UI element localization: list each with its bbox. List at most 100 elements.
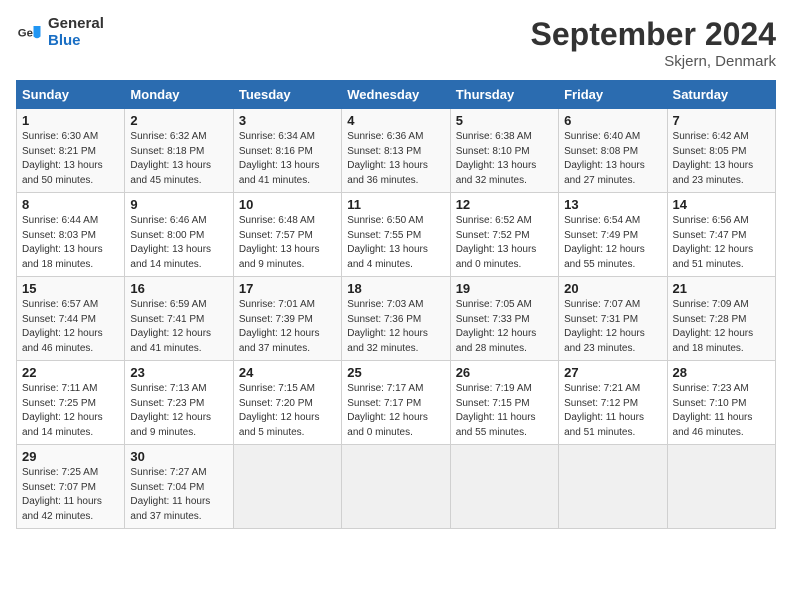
location-subtitle: Skjern, Denmark: [531, 53, 776, 70]
day-number: 27: [564, 365, 661, 380]
calendar-week-2: 8Sunrise: 6:44 AMSunset: 8:03 PMDaylight…: [17, 193, 776, 277]
logo-icon: Gen: [16, 19, 44, 47]
calendar-cell: 4 Sunrise: 6:36 AMSunset: 8:13 PMDaylight…: [342, 109, 450, 193]
day-number: 13: [564, 197, 661, 212]
calendar-cell: 7 Sunrise: 6:42 AMSunset: 8:05 PMDaylight…: [667, 109, 775, 193]
day-number: 11: [347, 197, 444, 212]
day-number: 25: [347, 365, 444, 380]
day-info: Sunrise: 7:09 AMSunset: 7:28 PMDaylight:…: [673, 298, 770, 356]
day-info: Sunrise: 6:48 AMSunset: 7:57 PMDaylight:…: [239, 214, 336, 272]
day-number: 6: [564, 113, 661, 128]
calendar-table: SundayMondayTuesdayWednesdayThursdayFrid…: [16, 80, 776, 529]
day-number: 5: [456, 113, 553, 128]
calendar-cell: 19Sunrise: 7:05 AMSunset: 7:33 PMDayligh…: [450, 277, 558, 361]
day-number: 8: [22, 197, 119, 212]
day-info: Sunrise: 6:46 AMSunset: 8:00 PMDaylight:…: [130, 214, 227, 272]
day-number: 18: [347, 281, 444, 296]
calendar-cell: 29 Sunrise: 7:25 AMSunset: 7:07 PMDayligh…: [17, 445, 125, 529]
day-info: Sunrise: 7:15 AMSunset: 7:20 PMDaylight:…: [239, 382, 336, 440]
calendar-cell: 20 Sunrise: 7:07 AMSunset: 7:31 PMDayligh…: [559, 277, 667, 361]
calendar-cell: 23 Sunrise: 7:13 AMSunset: 7:23 PMDayligh…: [125, 361, 233, 445]
day-header-monday: Monday: [125, 81, 233, 109]
calendar-cell: 1Sunrise: 6:30 AMSunset: 8:21 PMDaylight…: [17, 109, 125, 193]
logo-blue-text: Blue: [48, 33, 104, 50]
day-number: 16: [130, 281, 227, 296]
calendar-cell: [559, 445, 667, 529]
day-info: Sunrise: 6:56 AMSunset: 7:47 PMDaylight:…: [673, 214, 770, 272]
calendar-week-3: 15 Sunrise: 6:57 AMSunset: 7:44 PMDayligh…: [17, 277, 776, 361]
day-info: Sunrise: 6:59 AMSunset: 7:41 PMDaylight:…: [130, 298, 227, 356]
day-info: Sunrise: 6:42 AMSunset: 8:05 PMDaylight:…: [673, 130, 770, 188]
day-info: Sunrise: 7:21 AMSunset: 7:12 PMDaylight:…: [564, 382, 661, 440]
calendar-week-4: 22Sunrise: 7:11 AMSunset: 7:25 PMDayligh…: [17, 361, 776, 445]
calendar-cell: 24 Sunrise: 7:15 AMSunset: 7:20 PMDayligh…: [233, 361, 341, 445]
calendar-cell: 25 Sunrise: 7:17 AMSunset: 7:17 PMDayligh…: [342, 361, 450, 445]
day-number: 24: [239, 365, 336, 380]
day-info: Sunrise: 7:05 AMSunset: 7:33 PMDaylight:…: [456, 298, 553, 356]
month-title: September 2024: [531, 16, 776, 53]
day-info: Sunrise: 7:17 AMSunset: 7:17 PMDaylight:…: [347, 382, 444, 440]
calendar-cell: 18 Sunrise: 7:03 AMSunset: 7:36 PMDayligh…: [342, 277, 450, 361]
day-info: Sunrise: 6:50 AMSunset: 7:55 PMDaylight:…: [347, 214, 444, 272]
day-info: Sunrise: 7:23 AMSunset: 7:10 PMDaylight:…: [673, 382, 770, 440]
day-info: Sunrise: 6:54 AMSunset: 7:49 PMDaylight:…: [564, 214, 661, 272]
day-info: Sunrise: 6:34 AMSunset: 8:16 PMDaylight:…: [239, 130, 336, 188]
calendar-cell: 17 Sunrise: 7:01 AMSunset: 7:39 PMDayligh…: [233, 277, 341, 361]
day-number: 2: [130, 113, 227, 128]
day-info: Sunrise: 6:40 AMSunset: 8:08 PMDaylight:…: [564, 130, 661, 188]
day-header-friday: Friday: [559, 81, 667, 109]
calendar-week-1: 1Sunrise: 6:30 AMSunset: 8:21 PMDaylight…: [17, 109, 776, 193]
day-number: 17: [239, 281, 336, 296]
day-info: Sunrise: 6:32 AMSunset: 8:18 PMDaylight:…: [130, 130, 227, 188]
day-header-sunday: Sunday: [17, 81, 125, 109]
calendar-cell: [667, 445, 775, 529]
day-number: 10: [239, 197, 336, 212]
calendar-cell: 14Sunrise: 6:56 AMSunset: 7:47 PMDayligh…: [667, 193, 775, 277]
calendar-cell: 2 Sunrise: 6:32 AMSunset: 8:18 PMDaylight…: [125, 109, 233, 193]
day-number: 15: [22, 281, 119, 296]
title-area: September 2024 Skjern, Denmark: [531, 16, 776, 70]
logo-general-text: General: [48, 16, 104, 33]
day-info: Sunrise: 6:36 AMSunset: 8:13 PMDaylight:…: [347, 130, 444, 188]
calendar-cell: [233, 445, 341, 529]
day-number: 7: [673, 113, 770, 128]
day-info: Sunrise: 7:07 AMSunset: 7:31 PMDaylight:…: [564, 298, 661, 356]
calendar-cell: [342, 445, 450, 529]
day-number: 9: [130, 197, 227, 212]
calendar-cell: 8Sunrise: 6:44 AMSunset: 8:03 PMDaylight…: [17, 193, 125, 277]
calendar-cell: 28Sunrise: 7:23 AMSunset: 7:10 PMDayligh…: [667, 361, 775, 445]
day-number: 1: [22, 113, 119, 128]
day-number: 29: [22, 449, 119, 464]
calendar-cell: 3Sunrise: 6:34 AMSunset: 8:16 PMDaylight…: [233, 109, 341, 193]
day-number: 23: [130, 365, 227, 380]
day-info: Sunrise: 7:01 AMSunset: 7:39 PMDaylight:…: [239, 298, 336, 356]
calendar-cell: 9 Sunrise: 6:46 AMSunset: 8:00 PMDaylight…: [125, 193, 233, 277]
day-number: 30: [130, 449, 227, 464]
day-info: Sunrise: 7:19 AMSunset: 7:15 PMDaylight:…: [456, 382, 553, 440]
calendar-cell: 30 Sunrise: 7:27 AMSunset: 7:04 PMDayligh…: [125, 445, 233, 529]
day-info: Sunrise: 6:52 AMSunset: 7:52 PMDaylight:…: [456, 214, 553, 272]
day-header-saturday: Saturday: [667, 81, 775, 109]
calendar-cell: 15 Sunrise: 6:57 AMSunset: 7:44 PMDayligh…: [17, 277, 125, 361]
calendar-cell: 26Sunrise: 7:19 AMSunset: 7:15 PMDayligh…: [450, 361, 558, 445]
day-info: Sunrise: 7:25 AMSunset: 7:07 PMDaylight:…: [22, 466, 119, 524]
calendar-cell: 16 Sunrise: 6:59 AMSunset: 7:41 PMDayligh…: [125, 277, 233, 361]
calendar-cell: 12Sunrise: 6:52 AMSunset: 7:52 PMDayligh…: [450, 193, 558, 277]
page-header: Gen General Blue September 2024 Skjern, …: [16, 16, 776, 70]
day-info: Sunrise: 7:03 AMSunset: 7:36 PMDaylight:…: [347, 298, 444, 356]
day-info: Sunrise: 7:11 AMSunset: 7:25 PMDaylight:…: [22, 382, 119, 440]
calendar-cell: [450, 445, 558, 529]
logo-text: General Blue: [48, 16, 104, 49]
day-info: Sunrise: 7:13 AMSunset: 7:23 PMDaylight:…: [130, 382, 227, 440]
calendar-week-5: 29 Sunrise: 7:25 AMSunset: 7:07 PMDayligh…: [17, 445, 776, 529]
day-info: Sunrise: 7:27 AMSunset: 7:04 PMDaylight:…: [130, 466, 227, 524]
day-number: 4: [347, 113, 444, 128]
calendar-cell: 21Sunrise: 7:09 AMSunset: 7:28 PMDayligh…: [667, 277, 775, 361]
day-header-wednesday: Wednesday: [342, 81, 450, 109]
calendar-cell: 10 Sunrise: 6:48 AMSunset: 7:57 PMDayligh…: [233, 193, 341, 277]
day-number: 20: [564, 281, 661, 296]
calendar-cell: 13 Sunrise: 6:54 AMSunset: 7:49 PMDayligh…: [559, 193, 667, 277]
calendar-cell: 5Sunrise: 6:38 AMSunset: 8:10 PMDaylight…: [450, 109, 558, 193]
day-info: Sunrise: 6:57 AMSunset: 7:44 PMDaylight:…: [22, 298, 119, 356]
day-header-thursday: Thursday: [450, 81, 558, 109]
